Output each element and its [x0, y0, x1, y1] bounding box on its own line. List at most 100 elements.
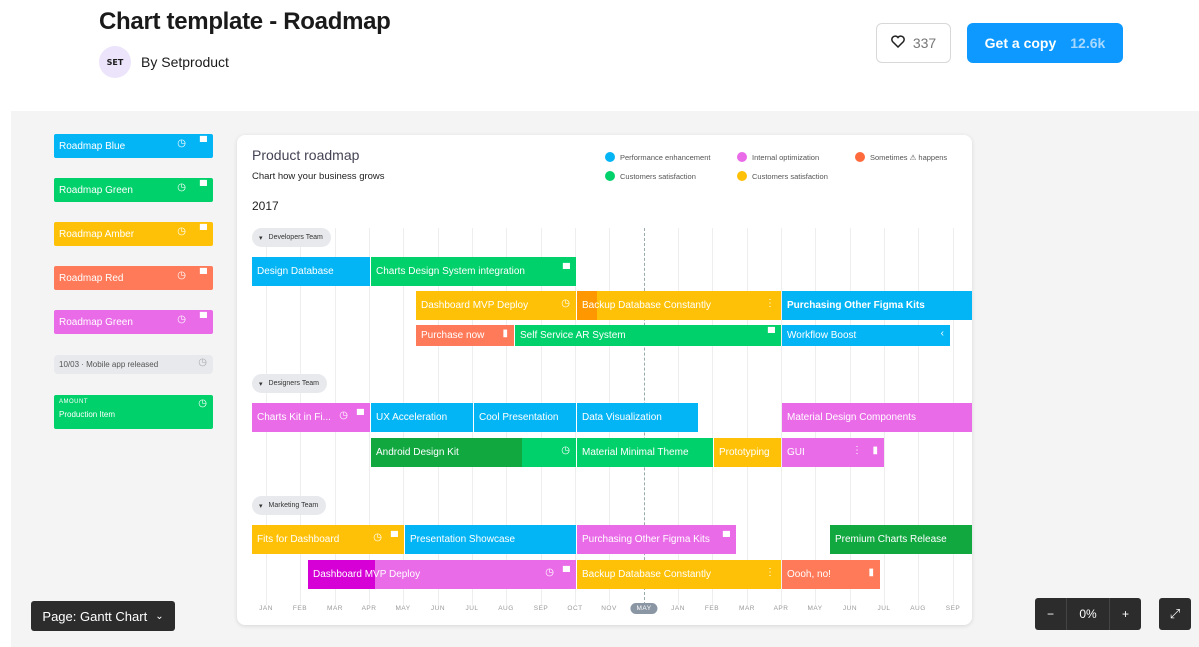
clock-icon: ◷: [177, 138, 186, 149]
roadmap-bar[interactable]: Self Service AR System ▀: [515, 325, 781, 346]
heart-icon: [890, 35, 905, 51]
author-name[interactable]: By Setproduct: [141, 54, 229, 70]
month-label: APR: [773, 605, 789, 612]
comment-icon: ▀: [562, 567, 570, 578]
legend-dot: [855, 152, 865, 162]
clock-icon: ◷: [177, 182, 186, 193]
roadmap-bar[interactable]: Material Design Components: [782, 403, 972, 432]
month-label: JUN: [430, 605, 446, 612]
zoom-control[interactable]: − 0% +: [1035, 598, 1141, 630]
roadmap-bar[interactable]: Backup Database Constantly ⋮: [577, 291, 781, 320]
comment-icon: ▀: [722, 532, 730, 543]
chart-title: Product roadmap: [252, 147, 360, 163]
roadmap-bar[interactable]: Data Visualization: [577, 403, 698, 432]
trash-icon[interactable]: ▮: [868, 567, 874, 578]
month-label: AUG: [498, 605, 514, 612]
roadmap-bar[interactable]: Fits for Dashboard ◷ ▀: [252, 525, 404, 554]
component-label: Production Item: [59, 410, 116, 419]
component-roadmap-pink[interactable]: Roadmap Green ◷ ▀: [54, 310, 213, 334]
roadmap-bar[interactable]: Charts Design System integration ▀: [371, 257, 576, 286]
comment-icon: ▀: [199, 225, 207, 236]
more-icon[interactable]: ⋮: [765, 567, 775, 578]
month-label: SEP: [533, 605, 549, 612]
comment-icon: ▀: [199, 137, 207, 148]
page-selector[interactable]: Page: Gantt Chart ⌄: [31, 601, 175, 631]
roadmap-bar[interactable]: Cool Presentation: [474, 403, 576, 432]
comment-icon: ▀: [562, 264, 570, 275]
roadmap-bar[interactable]: Charts Kit in Fi... ◷ ▀: [252, 403, 370, 432]
like-button[interactable]: 337: [876, 23, 951, 63]
chevron-left-icon[interactable]: ‹: [941, 328, 944, 339]
zoom-in-button[interactable]: +: [1109, 598, 1141, 630]
legend-label: Internal optimization: [752, 153, 820, 162]
roadmap-bar[interactable]: Material Minimal Theme: [577, 438, 713, 467]
fullscreen-button[interactable]: ⤢: [1159, 598, 1191, 630]
comment-icon: ▀: [199, 269, 207, 280]
component-label: Roadmap Green: [59, 316, 133, 328]
roadmap-bar[interactable]: Purchasing Other Figma Kits ▀: [577, 525, 736, 554]
roadmap-chart-card[interactable]: Product roadmap Chart how your business …: [237, 135, 972, 625]
expand-icon: ⤢: [1169, 606, 1181, 621]
component-roadmap-red[interactable]: Roadmap Red ◷ ▀: [54, 266, 213, 290]
trash-icon[interactable]: ▮: [502, 328, 508, 339]
zoom-out-button[interactable]: −: [1035, 598, 1067, 630]
legend-label: Customers satisfaction: [752, 172, 828, 181]
legend-dot: [605, 152, 615, 162]
month-label: MAR: [327, 605, 343, 612]
roadmap-bar[interactable]: Design Database: [252, 257, 370, 286]
month-label: AUG: [910, 605, 926, 612]
team-label: Designers Team: [268, 380, 319, 387]
roadmap-bar[interactable]: Presentation Showcase: [405, 525, 576, 554]
roadmap-bar[interactable]: GUI ⋮ ▮: [782, 438, 884, 467]
roadmap-bar[interactable]: Dashboard MVP Deploy ◷ ▀: [308, 560, 576, 589]
get-copy-button[interactable]: Get a copy 12.6k: [967, 23, 1123, 63]
page-label: Page: Gantt Chart: [42, 608, 148, 624]
month-label: JUL: [877, 605, 891, 612]
roadmap-bar[interactable]: Dashboard MVP Deploy ◷: [416, 291, 576, 320]
legend-label: Customers satisfaction: [620, 172, 696, 181]
roadmap-bar[interactable]: Workflow Boost ‹: [782, 325, 950, 346]
clock-icon: ◷: [561, 445, 570, 456]
author-avatar[interactable]: SET: [99, 46, 131, 78]
legend-dot: [737, 152, 747, 162]
roadmap-bar[interactable]: UX Acceleration: [371, 403, 473, 432]
month-label: SEP: [945, 605, 961, 612]
month-label: OCT: [567, 605, 583, 612]
page-title: Chart template - Roadmap: [99, 8, 391, 35]
roadmap-bar[interactable]: Backup Database Constantly ⋮: [577, 560, 781, 589]
clock-icon: ◷: [177, 270, 186, 281]
zoom-value: 0%: [1079, 607, 1097, 621]
team-toggle-marketing[interactable]: ▾ Marketing Team: [252, 496, 327, 515]
component-production-item[interactable]: AMOUNT Production Item ◷: [54, 395, 213, 429]
team-toggle-developers[interactable]: ▾ Developers Team: [252, 228, 331, 247]
copy-count: 12.6k: [1070, 35, 1106, 51]
more-icon[interactable]: ⋮: [765, 298, 775, 309]
comment-icon: ▀: [356, 410, 364, 421]
trash-icon[interactable]: ▮: [872, 445, 878, 456]
month-label: MAY: [807, 605, 823, 612]
current-month-badge: MAY: [630, 603, 658, 614]
legend-label: Performance enhancement: [620, 153, 711, 162]
component-label: 10/03 · Mobile app released: [59, 360, 159, 369]
chevron-down-icon: ▾: [259, 502, 263, 510]
roadmap-bar[interactable]: Premium Charts Release: [830, 525, 972, 554]
chevron-down-icon: ▾: [259, 380, 263, 388]
component-label: Roadmap Amber: [59, 228, 135, 240]
like-count: 337: [912, 35, 937, 51]
legend-dot: [737, 171, 747, 181]
roadmap-bar[interactable]: Purchase now ▮: [416, 325, 514, 346]
roadmap-bar[interactable]: Oooh, no! ▮: [782, 560, 880, 589]
roadmap-bar[interactable]: Prototyping: [714, 438, 781, 467]
component-roadmap-green[interactable]: Roadmap Green ◷ ▀: [54, 178, 213, 202]
roadmap-bar[interactable]: Android Design Kit ◷: [371, 438, 576, 467]
clock-icon: ◷: [339, 410, 348, 421]
team-toggle-designers[interactable]: ▾ Designers Team: [252, 374, 327, 393]
chart-subtitle: Chart how your business grows: [252, 171, 385, 182]
component-roadmap-blue[interactable]: Roadmap Blue ◷ ▀: [54, 134, 213, 158]
more-icon[interactable]: ⋮: [852, 445, 862, 456]
month-label: JUN: [842, 605, 858, 612]
roadmap-bar[interactable]: Purchasing Other Figma Kits: [782, 291, 972, 320]
component-roadmap-amber[interactable]: Roadmap Amber ◷ ▀: [54, 222, 213, 246]
component-label: Roadmap Green: [59, 184, 133, 196]
component-milestone[interactable]: 10/03 · Mobile app released ◷: [54, 355, 213, 374]
